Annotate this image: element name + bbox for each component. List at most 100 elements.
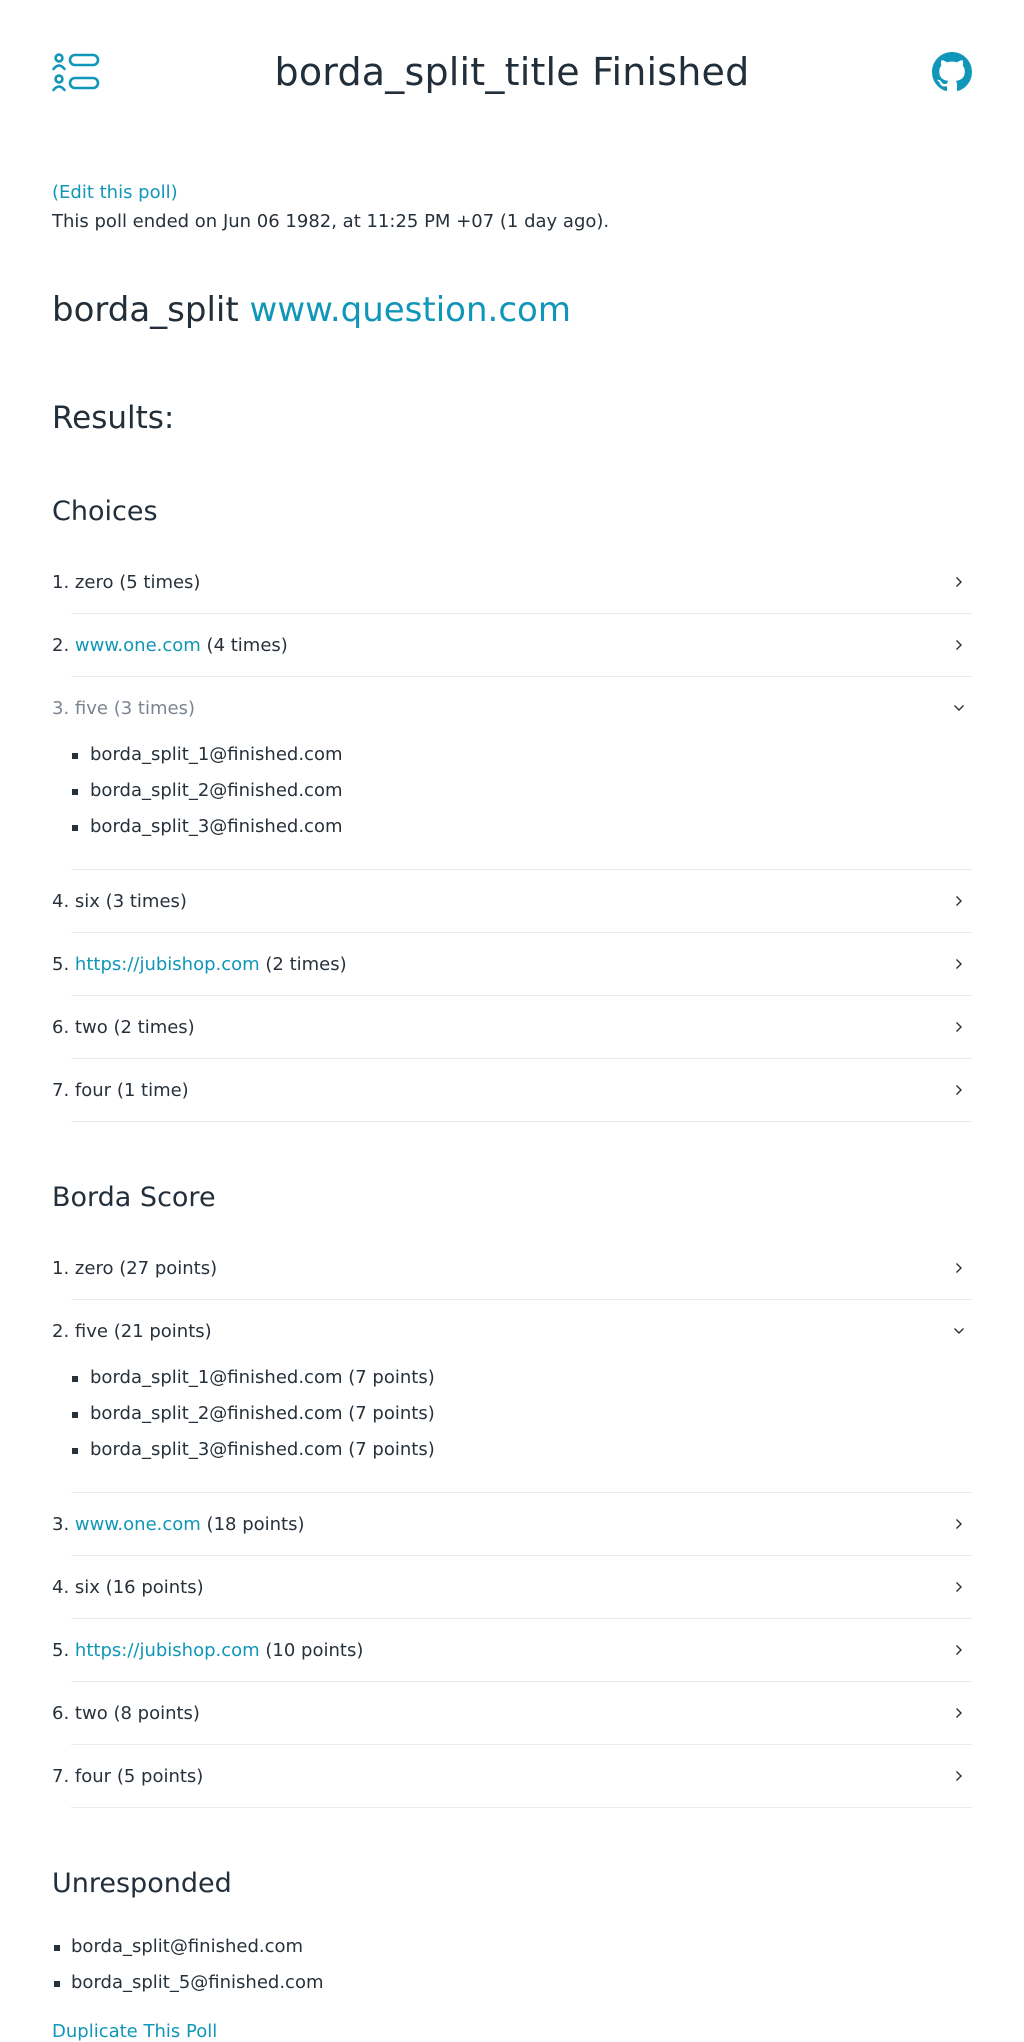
borda-score-item-rank: 6. [52, 1702, 70, 1724]
github-icon[interactable] [932, 52, 972, 97]
chevron-right-icon[interactable] [952, 1769, 966, 1783]
chevron-right-icon[interactable] [952, 1083, 966, 1097]
choice-item-header[interactable]: 4. six (3 times) [52, 870, 972, 932]
borda-score-item-rank: 1. [52, 1257, 70, 1279]
choice-item-rank: 4. [52, 890, 70, 912]
choice-item-label: six [74, 890, 100, 912]
borda-score-item: 5. https://jubishop.com (10 points) [52, 1619, 972, 1682]
choice-item-link[interactable]: www.one.com [75, 635, 201, 656]
borda-score-item-count: (10 points) [259, 1639, 364, 1661]
chevron-right-icon[interactable] [952, 1020, 966, 1034]
borda-score-item-label: two [74, 1702, 108, 1724]
unresponded-list: borda_split@finished.com borda_split_5@fi… [52, 1921, 972, 2001]
choices-list: 1. zero (5 times) 2. www.one.com (4 times… [52, 551, 972, 1122]
voter-email: borda_split_1@finished.com (7 points) [72, 1360, 972, 1396]
borda-score-item-header[interactable]: 1. zero (27 points) [52, 1237, 972, 1299]
choice-item: 5. https://jubishop.com (2 times) [52, 933, 972, 996]
choice-item-header[interactable]: 6. two (2 times) [52, 996, 972, 1058]
choice-item-count: (4 times) [200, 634, 288, 656]
borda-score-item-header[interactable]: 4. six (16 points) [52, 1556, 972, 1618]
voter-email: borda_split_2@finished.com [72, 773, 972, 809]
divider [71, 1807, 972, 1808]
choice-item-header[interactable]: 1. zero (5 times) [52, 551, 972, 613]
question-text: borda_split [52, 290, 239, 330]
poll-question: borda_split www.question.com [52, 290, 972, 330]
borda-score-item-label: five [74, 1320, 108, 1342]
chevron-right-icon[interactable] [952, 575, 966, 589]
chevron-right-icon[interactable] [952, 638, 966, 652]
borda-score-item: 1. zero (27 points) [52, 1237, 972, 1300]
choice-item-header[interactable]: 2. www.one.com (4 times) [52, 614, 972, 676]
borda-score-item-link[interactable]: https://jubishop.com [75, 1640, 260, 1661]
chevron-right-icon[interactable] [952, 1643, 966, 1657]
voter-email: borda_split_1@finished.com [72, 737, 972, 773]
choice-item-count: (2 times) [107, 1016, 195, 1038]
borda-score-item-rank: 5. [52, 1639, 70, 1661]
main-content: (Edit this poll) This poll ended on Jun … [0, 182, 1024, 2042]
borda-score-list: 1. zero (27 points) 2. five (21 points) bo… [52, 1237, 972, 1808]
borda-score-item-label: four [74, 1765, 112, 1787]
choice-item-label: five [74, 697, 108, 719]
borda-score-item: 4. six (16 points) [52, 1556, 972, 1619]
borda-score-item: 6. two (8 points) [52, 1682, 972, 1745]
choice-item-label: zero [74, 571, 114, 593]
choice-item-rank: 3. [52, 697, 70, 719]
choice-item-count: (1 time) [111, 1079, 189, 1101]
borda-score-item-rank: 3. [52, 1513, 70, 1535]
borda-score-item: 7. four (5 points) [52, 1745, 972, 1808]
unresponded-heading: Unresponded [52, 1868, 232, 1899]
choice-voter-list: borda_split_1@finished.com borda_split_2@… [52, 737, 972, 869]
chevron-right-icon[interactable] [952, 957, 966, 971]
chevron-right-icon[interactable] [952, 1706, 966, 1720]
chevron-down-icon[interactable] [952, 701, 966, 715]
choice-item-link[interactable]: https://jubishop.com [75, 954, 260, 975]
choice-item-label: two [74, 1016, 108, 1038]
question-link[interactable]: www.question.com [250, 290, 571, 330]
chevron-right-icon[interactable] [952, 1517, 966, 1531]
borda-score-item-rank: 7. [52, 1765, 70, 1787]
borda-score-item-header[interactable]: 5. https://jubishop.com (10 points) [52, 1619, 972, 1681]
chevron-right-icon[interactable] [952, 1580, 966, 1594]
divider [71, 1121, 972, 1122]
page-header: borda_split_title Finished [0, 0, 1024, 152]
voter-email: borda_split_3@finished.com [72, 809, 972, 845]
chevron-right-icon[interactable] [952, 1261, 966, 1275]
borda-score-item-header[interactable]: 2. five (21 points) [52, 1300, 972, 1362]
choice-item: 3. five (3 times) borda_split_1@finished.… [52, 677, 972, 870]
choices-heading: Choices [52, 496, 158, 527]
chevron-right-icon[interactable] [952, 894, 966, 908]
results-heading: Results: [52, 400, 175, 436]
chevron-down-icon[interactable] [952, 1324, 966, 1338]
edit-poll-link[interactable]: (Edit this poll) [52, 182, 972, 203]
choice-item-label: four [74, 1079, 112, 1101]
choice-item-count: (2 times) [259, 953, 347, 975]
borda-score-item-count: (18 points) [200, 1513, 305, 1535]
borda-score-voter-list: borda_split_1@finished.com (7 points) bor… [52, 1360, 972, 1492]
voter-email: borda_split_3@finished.com (7 points) [72, 1432, 972, 1468]
borda-score-item-header[interactable]: 6. two (8 points) [52, 1682, 972, 1744]
choice-item: 6. two (2 times) [52, 996, 972, 1059]
borda-score-item-link[interactable]: www.one.com [75, 1514, 201, 1535]
borda-score-item: 2. five (21 points) borda_split_1@finishe… [52, 1300, 972, 1493]
choice-item-header[interactable]: 5. https://jubishop.com (2 times) [52, 933, 972, 995]
unresponded-email: borda_split_5@finished.com [54, 1965, 972, 2001]
borda-score-item-count: (8 points) [107, 1702, 200, 1724]
borda-score-item-count: (21 points) [108, 1320, 212, 1342]
borda-score-item-header[interactable]: 7. four (5 points) [52, 1745, 972, 1807]
borda-score-item-count: (16 points) [99, 1576, 204, 1598]
choice-item-rank: 2. [52, 634, 70, 656]
borda-score-item-header[interactable]: 3. www.one.com (18 points) [52, 1493, 972, 1555]
choice-item: 2. www.one.com (4 times) [52, 614, 972, 677]
borda-score-item-rank: 4. [52, 1576, 70, 1598]
borda-score-item-count: (27 points) [113, 1257, 218, 1279]
choice-item-rank: 7. [52, 1079, 70, 1101]
choice-item-header[interactable]: 7. four (1 time) [52, 1059, 972, 1121]
borda-score-item: 3. www.one.com (18 points) [52, 1493, 972, 1556]
borda-score-item-count: (5 points) [111, 1765, 204, 1787]
voter-email: borda_split_2@finished.com (7 points) [72, 1396, 972, 1432]
choice-item-rank: 6. [52, 1016, 70, 1038]
choice-item-rank: 5. [52, 953, 70, 975]
choice-item: 7. four (1 time) [52, 1059, 972, 1122]
choice-item-header[interactable]: 3. five (3 times) [52, 677, 972, 739]
choice-item: 1. zero (5 times) [52, 551, 972, 614]
